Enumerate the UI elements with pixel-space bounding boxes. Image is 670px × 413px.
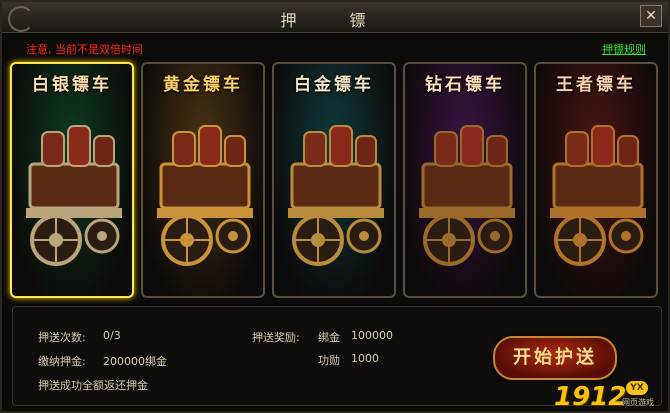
cart-name: 白银镖车 bbox=[32, 75, 112, 95]
logo-number: 1912 bbox=[554, 382, 627, 412]
site-logo: 1912 YX 网页游戏 bbox=[554, 381, 668, 412]
cart-card[interactable]: 钻石镖车 bbox=[403, 62, 527, 298]
cart-name: 黄金镖车 bbox=[163, 75, 243, 95]
double-time-notice: 注意, 当前不是双倍时间 bbox=[26, 43, 143, 56]
refund-note: 押送成功全额返还押金 bbox=[38, 379, 148, 392]
reward-bindgold-name: 绑金 bbox=[318, 331, 340, 344]
cart-name: 王者镖车 bbox=[556, 75, 636, 95]
cart-icon bbox=[288, 125, 384, 266]
escort-rules-link[interactable]: 押镖规则 bbox=[602, 41, 646, 57]
cart-icon bbox=[550, 125, 646, 266]
window-title: 押 镖 bbox=[280, 11, 390, 30]
reward-label: 押送奖励: bbox=[252, 331, 300, 344]
cart-icon bbox=[26, 125, 122, 266]
escort-window: 押 镖 ✕ 注意, 当前不是双倍时间 押镖规则 白银镖车 黄金镖车 白金镖车 钻石镖车… bbox=[0, 0, 670, 413]
close-button[interactable]: ✕ bbox=[640, 5, 662, 27]
cart-icon bbox=[157, 125, 253, 266]
cart-card[interactable]: 白银镖车 bbox=[10, 62, 134, 298]
deposit-label: 缴纳押金: bbox=[38, 355, 86, 368]
cart-card[interactable]: 王者镖车 bbox=[534, 62, 658, 298]
reward-merit-value: 1000 bbox=[351, 352, 379, 365]
cart-name: 白金镖车 bbox=[294, 75, 374, 95]
cart-name: 钻石镖车 bbox=[425, 75, 505, 95]
reward-merit-name: 功勋 bbox=[318, 354, 340, 367]
deposit-value: 200000绑金 bbox=[103, 355, 167, 368]
logo-subtitle: 网页游戏 bbox=[622, 398, 654, 407]
count-label: 押送次数: bbox=[38, 331, 86, 344]
title-bar: 押 镖 ✕ bbox=[2, 2, 668, 33]
cart-card-list: 白银镖车 黄金镖车 白金镖车 钻石镖车 王者镖车 bbox=[10, 62, 664, 298]
reward-bindgold-value: 100000 bbox=[351, 329, 393, 342]
logo-badge: YX bbox=[626, 381, 648, 395]
cart-card[interactable]: 白金镖车 bbox=[272, 62, 396, 298]
cart-card[interactable]: 黄金镖车 bbox=[141, 62, 265, 298]
cart-icon bbox=[419, 125, 515, 266]
start-escort-button[interactable]: 开始护送 bbox=[493, 336, 617, 380]
count-value: 0/3 bbox=[103, 329, 121, 342]
